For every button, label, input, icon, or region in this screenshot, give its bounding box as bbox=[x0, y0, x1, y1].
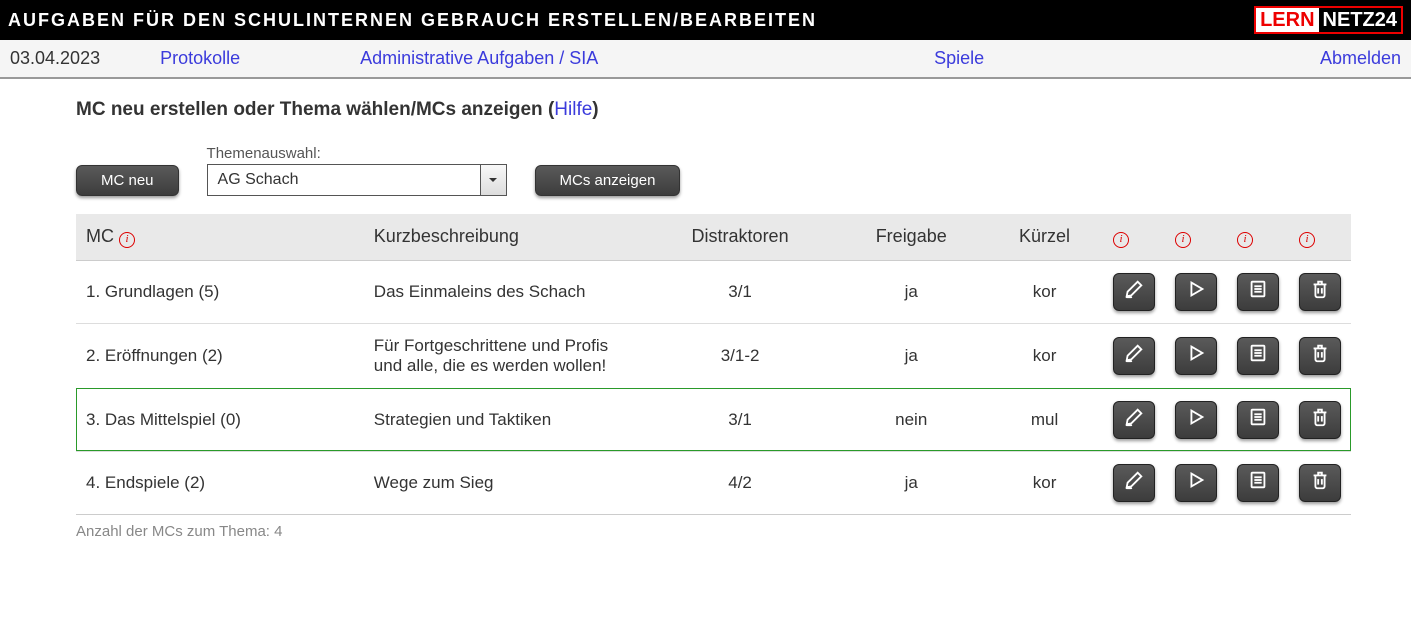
th-freigabe: Freigabe bbox=[836, 214, 986, 260]
themenauswahl-select[interactable]: AG Schach bbox=[207, 164, 507, 196]
th-action-trash: i bbox=[1289, 214, 1351, 260]
mcs-anzeigen-button[interactable]: MCs anzeigen bbox=[535, 165, 681, 196]
nav-date: 03.04.2023 bbox=[10, 48, 100, 69]
page-title: AUFGABEN FÜR DEN SCHULINTERNEN GEBRAUCH … bbox=[8, 10, 817, 31]
play-button[interactable] bbox=[1175, 401, 1217, 439]
themenauswahl-group: Themenauswahl: AG Schach bbox=[207, 145, 507, 196]
play-button[interactable] bbox=[1175, 273, 1217, 311]
list-button[interactable] bbox=[1237, 464, 1279, 502]
edit-icon bbox=[1123, 406, 1145, 433]
cell-kurz: Für Fortgeschrittene und Profis und alle… bbox=[364, 323, 644, 388]
nav-admin[interactable]: Administrative Aufgaben / SIA bbox=[360, 48, 598, 69]
th-kuerzel: Kürzel bbox=[986, 214, 1103, 260]
cell-kurz: Wege zum Sieg bbox=[364, 451, 644, 514]
play-icon bbox=[1185, 406, 1207, 433]
edit-icon bbox=[1123, 278, 1145, 305]
trash-icon bbox=[1309, 406, 1331, 433]
edit-button[interactable] bbox=[1113, 464, 1155, 502]
section-title: MC neu erstellen oder Thema wählen/MCs a… bbox=[76, 99, 1351, 121]
info-icon[interactable]: i bbox=[1237, 232, 1253, 248]
logo[interactable]: LERN NETZ24 bbox=[1254, 6, 1403, 34]
info-icon[interactable]: i bbox=[1175, 232, 1191, 248]
play-icon bbox=[1185, 342, 1207, 369]
list-button[interactable] bbox=[1237, 337, 1279, 375]
table-row: 4. Endspiele (2)Wege zum Sieg4/2jakor bbox=[76, 451, 1351, 514]
cell-kuerzel: kor bbox=[986, 260, 1103, 323]
logo-left: LERN bbox=[1256, 8, 1318, 32]
cell-mc: 3. Das Mittelspiel (0) bbox=[76, 388, 364, 451]
cell-distraktoren: 3/1-2 bbox=[644, 323, 837, 388]
themenauswahl-label: Themenauswahl: bbox=[207, 145, 507, 162]
list-icon bbox=[1247, 469, 1269, 496]
info-icon[interactable]: i bbox=[1299, 232, 1315, 248]
cell-mc: 2. Eröffnungen (2) bbox=[76, 323, 364, 388]
play-icon bbox=[1185, 469, 1207, 496]
th-action-list: i bbox=[1227, 214, 1289, 260]
themenauswahl-value: AG Schach bbox=[208, 165, 480, 195]
cell-freigabe: ja bbox=[836, 260, 986, 323]
nav-bar: 03.04.2023 Protokolle Administrative Auf… bbox=[0, 40, 1411, 79]
list-icon bbox=[1247, 278, 1269, 305]
cell-kuerzel: kor bbox=[986, 323, 1103, 388]
edit-button[interactable] bbox=[1113, 337, 1155, 375]
chevron-down-icon bbox=[480, 165, 506, 195]
table-header-row: MC i Kurzbeschreibung Distraktoren Freig… bbox=[76, 214, 1351, 260]
edit-icon bbox=[1123, 469, 1145, 496]
trash-button[interactable] bbox=[1299, 401, 1341, 439]
edit-button[interactable] bbox=[1113, 273, 1155, 311]
play-button[interactable] bbox=[1175, 464, 1217, 502]
edit-button[interactable] bbox=[1113, 401, 1155, 439]
section-title-text: MC neu erstellen oder Thema wählen/MCs a… bbox=[76, 99, 543, 120]
list-button[interactable] bbox=[1237, 273, 1279, 311]
cell-kurz: Strategien und Taktiken bbox=[364, 388, 644, 451]
nav-protokolle[interactable]: Protokolle bbox=[160, 48, 240, 69]
cell-distraktoren: 4/2 bbox=[644, 451, 837, 514]
trash-button[interactable] bbox=[1299, 273, 1341, 311]
cell-kurz: Das Einmaleins des Schach bbox=[364, 260, 644, 323]
th-kurz: Kurzbeschreibung bbox=[364, 214, 644, 260]
th-mc: MC i bbox=[76, 214, 364, 260]
edit-icon bbox=[1123, 342, 1145, 369]
cell-freigabe: ja bbox=[836, 323, 986, 388]
table-footer-note: Anzahl der MCs zum Thema: 4 bbox=[76, 523, 1351, 540]
cell-freigabe: ja bbox=[836, 451, 986, 514]
table-row: 3. Das Mittelspiel (0)Strategien und Tak… bbox=[76, 388, 1351, 451]
nav-abmelden[interactable]: Abmelden bbox=[1320, 48, 1401, 69]
controls-row: MC neu Themenauswahl: AG Schach MCs anze… bbox=[76, 145, 1351, 196]
trash-button[interactable] bbox=[1299, 464, 1341, 502]
trash-icon bbox=[1309, 342, 1331, 369]
cell-freigabe: nein bbox=[836, 388, 986, 451]
content: MC neu erstellen oder Thema wählen/MCs a… bbox=[0, 79, 1411, 580]
list-button[interactable] bbox=[1237, 401, 1279, 439]
cell-kuerzel: kor bbox=[986, 451, 1103, 514]
trash-button[interactable] bbox=[1299, 337, 1341, 375]
trash-icon bbox=[1309, 469, 1331, 496]
info-icon[interactable]: i bbox=[119, 232, 135, 248]
nav-spiele[interactable]: Spiele bbox=[934, 48, 984, 69]
list-icon bbox=[1247, 342, 1269, 369]
cell-mc: 1. Grundlagen (5) bbox=[76, 260, 364, 323]
list-icon bbox=[1247, 406, 1269, 433]
cell-distraktoren: 3/1 bbox=[644, 388, 837, 451]
play-button[interactable] bbox=[1175, 337, 1217, 375]
trash-icon bbox=[1309, 278, 1331, 305]
cell-distraktoren: 3/1 bbox=[644, 260, 837, 323]
mc-table: MC i Kurzbeschreibung Distraktoren Freig… bbox=[76, 214, 1351, 515]
cell-kuerzel: mul bbox=[986, 388, 1103, 451]
th-action-edit: i bbox=[1103, 214, 1165, 260]
th-distraktoren: Distraktoren bbox=[644, 214, 837, 260]
cell-mc: 4. Endspiele (2) bbox=[76, 451, 364, 514]
table-row: 1. Grundlagen (5)Das Einmaleins des Scha… bbox=[76, 260, 1351, 323]
mc-neu-button[interactable]: MC neu bbox=[76, 165, 179, 196]
play-icon bbox=[1185, 278, 1207, 305]
logo-right: NETZ24 bbox=[1319, 8, 1401, 32]
info-icon[interactable]: i bbox=[1113, 232, 1129, 248]
top-bar: AUFGABEN FÜR DEN SCHULINTERNEN GEBRAUCH … bbox=[0, 0, 1411, 40]
table-row: 2. Eröffnungen (2)Für Fortgeschrittene u… bbox=[76, 323, 1351, 388]
th-action-play: i bbox=[1165, 214, 1227, 260]
help-link[interactable]: Hilfe bbox=[554, 99, 592, 120]
